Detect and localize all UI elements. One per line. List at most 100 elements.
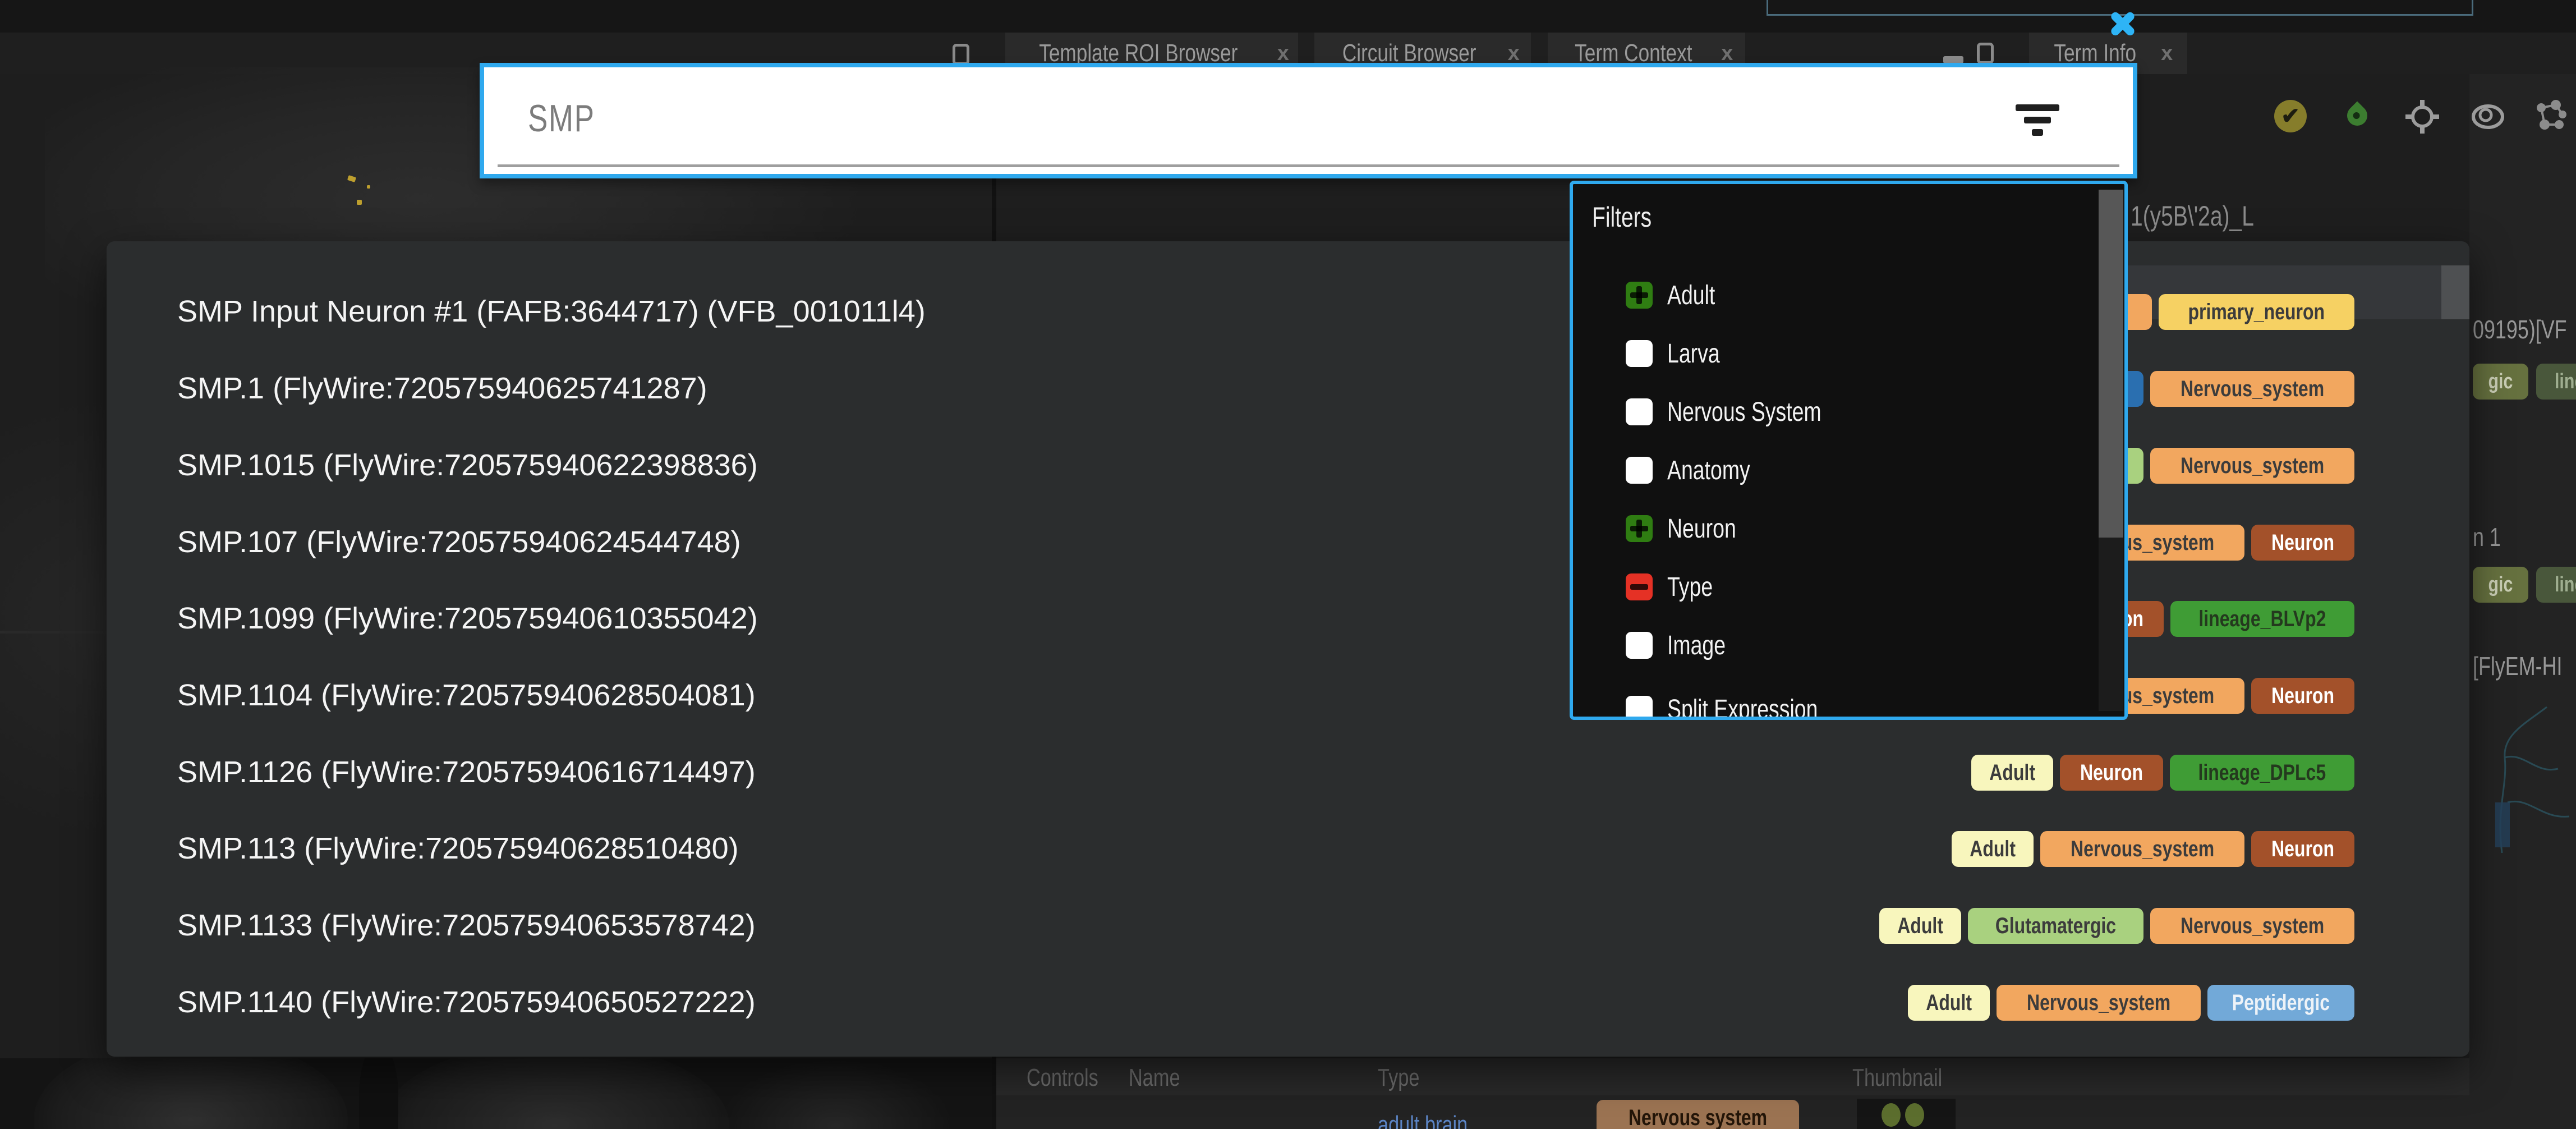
filter-option-nervous-system[interactable]: Nervous System [1626,394,1865,430]
tab-close-icon[interactable]: x [2161,42,2173,66]
neuron-marker [357,200,362,205]
restore-window-icon[interactable] [1977,43,1994,64]
result-row[interactable]: SMP.1126 (FlyWire:720575940616714497) Adu… [107,747,2469,801]
result-row-label[interactable]: SMP.1015 (FlyWire:720575940622398836) [177,448,758,483]
tag-badge-nervous_system: Nervous_system [2040,831,2244,867]
result-row-label[interactable]: SMP.1104 (FlyWire:720575940628504081) [177,678,756,713]
tag-badge-adult: Adult [1908,985,1990,1021]
filters-scrollbar-thumb[interactable] [2099,190,2123,538]
column-name: Name [1129,1064,1180,1092]
tag-badge-neuron: Neuron [2251,678,2354,714]
tag-badge-neuron: Neuron [2251,831,2354,867]
row-type-badge[interactable]: Nervous system [1597,1100,1799,1129]
filter-icon[interactable] [2015,104,2060,138]
filters-dropdown: Filters Adult Larva Nervous System Anatomy N… [1570,181,2128,720]
tag-badge-primary_neuron: primary_neuron [2159,294,2354,330]
result-row-badges: AdultNervous_systemPeptidergic [1908,985,2354,1021]
tag-badge-adult: Adult [1879,908,1961,944]
result-row-badges: AdultGlutamatergicNervous_system [1879,908,2354,944]
search-box[interactable]: SMP [480,63,2137,178]
tab-close-icon[interactable]: x [1277,42,1289,66]
column-controls: Controls [1027,1064,1098,1092]
crosshair-icon[interactable] [2405,100,2439,134]
eye-icon[interactable] [2471,100,2504,134]
row-thumbnail[interactable] [1857,1099,1956,1129]
restore-window-icon[interactable] [953,44,969,65]
checkbox-none[interactable] [1626,457,1653,484]
filter-option-larva[interactable]: Larva [1626,336,1735,371]
term-info-text-fragment: [FlyEM-HI [2473,651,2562,681]
search-input-value[interactable]: SMP [528,97,595,140]
tag-badge-nervous_system: Nervous_system [1997,985,2201,1021]
tag-badge-adult: Adult [1971,755,2053,791]
tab-close-icon[interactable]: x [1721,42,1733,66]
filter-option-anatomy[interactable]: Anatomy [1626,452,1773,488]
result-row-label[interactable]: SMP.1 (FlyWire:720575940625741287) [177,371,707,406]
result-row[interactable]: SMP.1140 (FlyWire:720575940650527222) Adu… [107,977,2469,1031]
tag-badge-lineage: lineage_DPLc5 [2170,755,2354,791]
column-thumbnail: Thumbnail [1852,1064,1942,1092]
filter-option-split-expression[interactable]: Split Expression [1626,691,1860,720]
neuron-marker [367,185,370,189]
filter-option-neuron[interactable]: Neuron [1626,511,1755,547]
result-row-label[interactable]: SMP.1140 (FlyWire:720575940650527222) [177,985,756,1020]
tag-badge-nervous_system: Nervous_system [2150,371,2354,407]
result-row[interactable]: SMP.113 (FlyWire:720575940628510480) Adul… [107,823,2469,877]
term-info-badge-fragments: giclineag [2473,364,2576,400]
checkbox-none[interactable] [1626,696,1653,720]
tag-badge-neuron: Neuron [2251,525,2354,561]
column-type: Type [1378,1064,1419,1092]
checkbox-exclude[interactable] [1626,573,1653,600]
filter-option-image[interactable]: Image [1626,627,1742,663]
table-row[interactable]: adult brain Nervous system [996,1095,2469,1129]
tag-badge-adult: Adult [1952,831,2034,867]
result-row-label[interactable]: SMP.113 (FlyWire:720575940628510480) [177,831,739,866]
result-row[interactable]: SMP.1133 (FlyWire:720575940653578742) Adu… [107,900,2469,954]
row-link: adult brain [1378,1111,1468,1129]
checkbox-include[interactable] [1626,515,1653,542]
tag-badge-fragment: gic [2473,567,2528,603]
result-row-badges: AdultNervous_systemNeuron [1952,831,2354,867]
approved-check-icon[interactable]: ✔ [2274,100,2308,134]
filter-option-label: Nervous System [1667,397,1821,428]
filter-option-label: Neuron [1667,513,1736,544]
filter-option-label: Image [1667,630,1726,661]
result-row-badges: AdultNeuronlineage_DPLc5 [1971,755,2354,791]
tag-badge-fragment: gic [2473,364,2528,400]
neuron-skeleton-image [2485,690,2576,859]
filter-option-label: Anatomy [1667,455,1750,486]
tag-badge-nervous_system: Nervous_system [2150,908,2354,944]
tag-badge-fragment: lineag [2536,364,2576,400]
circuit-network-icon[interactable] [2533,100,2567,134]
filters-title: Filters [1592,201,1652,233]
app-window: Template ROI Browserx Circuit Browserx T… [0,0,2576,1129]
term-info-text-fragment: 09195)[VF [2473,314,2567,345]
search-input-underline [498,164,2119,167]
result-row-label[interactable]: SMP.1099 (FlyWire:720575940610355042) [177,601,758,636]
checkbox-none[interactable] [1626,632,1653,659]
checkbox-none[interactable] [1626,340,1653,367]
result-row-label[interactable]: SMP.1133 (FlyWire:720575940653578742) [177,908,756,943]
result-row-label[interactable]: SMP Input Neuron #1 (FAFB:3644717) (VFB_… [177,294,926,329]
tab-close-icon[interactable]: x [1508,42,1520,66]
term-info-heading-fragment: 1(y5B\'2a)_L [2131,200,2254,232]
checkbox-none[interactable] [1626,398,1653,425]
filter-option-adult[interactable]: Adult [1626,277,1728,313]
background-brain-slice [0,1058,992,1129]
tag-badge-peptidergic: Peptidergic [2207,985,2354,1021]
term-info-text-fragment: n 1 [2473,522,2501,552]
checkbox-include[interactable] [1626,282,1653,309]
filter-option-label: Split Expression [1667,694,1818,720]
close-icon[interactable] [2107,8,2138,39]
result-row-label[interactable]: SMP.1126 (FlyWire:720575940616714497) [177,755,756,790]
tag-badge-neuron: Neuron [2060,755,2163,791]
table-header: Controls Name Type Thumbnail [996,1058,2469,1095]
tag-badge-nervous_system: Nervous_system [2150,448,2354,484]
droplet-icon[interactable] [2340,100,2374,134]
tag-badge-fragment: lineag [2536,567,2576,603]
filter-option-type[interactable]: Type [1626,569,1726,605]
tag-badge-lineage: lineage_BLVp2 [2170,601,2354,637]
filter-option-label: Larva [1667,338,1720,369]
term-info-badge-fragments: giclineag [2473,567,2576,603]
result-row-label[interactable]: SMP.107 (FlyWire:720575940624544748) [177,525,741,559]
